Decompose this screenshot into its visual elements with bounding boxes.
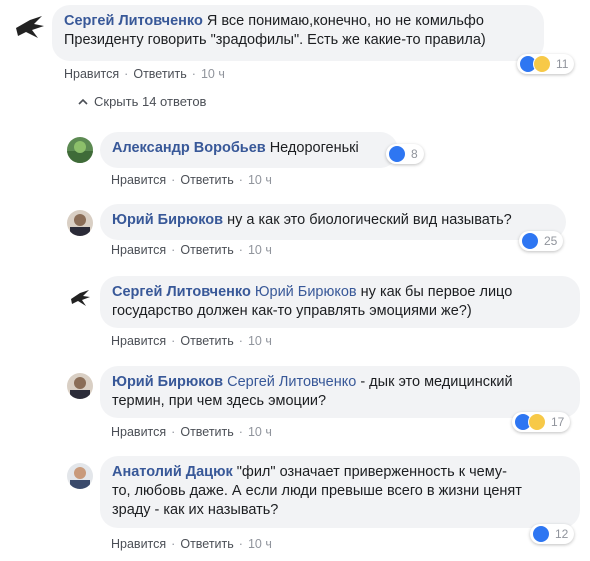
avatar[interactable] bbox=[67, 463, 93, 489]
like-button[interactable]: Нравится bbox=[111, 334, 166, 348]
comment-author[interactable]: Юрий Бирюков bbox=[112, 374, 223, 390]
like-button[interactable]: Нравится bbox=[111, 425, 166, 439]
chevron-up-icon bbox=[78, 94, 88, 109]
comment-author[interactable]: Сергей Литовченко bbox=[64, 13, 203, 29]
comment-author[interactable]: Сергей Литовченко bbox=[112, 284, 251, 300]
reaction-count: 17 bbox=[551, 415, 565, 429]
like-button[interactable]: Нравится bbox=[111, 537, 166, 551]
timestamp[interactable]: 10 ч bbox=[248, 537, 272, 551]
like-button[interactable]: Нравится bbox=[111, 173, 166, 187]
comment-author[interactable]: Анатолий Дацюк bbox=[112, 464, 233, 480]
reply-button[interactable]: Ответить bbox=[180, 243, 233, 257]
reply-button[interactable]: Ответить bbox=[180, 173, 233, 187]
comment-actions: Нравится · Ответить · 10 ч bbox=[64, 67, 225, 81]
comment-text: "фил" означает приверженность к чему- bbox=[236, 464, 507, 480]
like-icon bbox=[521, 232, 539, 250]
comment-actions: Нравится · Ответить · 10 ч bbox=[111, 334, 272, 348]
mention-link[interactable]: Юрий Бирюков bbox=[255, 284, 357, 300]
reply-button[interactable]: Ответить bbox=[180, 334, 233, 348]
comment-bubble: Юрий Бирюков ну а как это биологический … bbox=[100, 204, 566, 240]
reaction-count: 8 bbox=[411, 147, 418, 161]
comment-text: - дык это медицинский bbox=[360, 374, 513, 390]
comment-text: Недорогенькі bbox=[269, 140, 359, 156]
like-button[interactable]: Нравится bbox=[111, 243, 166, 257]
comment-author[interactable]: Александр Воробьев bbox=[112, 140, 266, 156]
comment-bubble: Сергей Литовченко Юрий Бирюков ну как бы… bbox=[100, 276, 580, 328]
like-icon bbox=[388, 145, 406, 163]
hide-replies-button[interactable]: Скрыть 14 ответов bbox=[78, 94, 206, 109]
comment-text: зраду - как их называть? bbox=[112, 502, 279, 518]
avatar[interactable] bbox=[67, 137, 93, 163]
comment-text: Я все понимаю,конечно, но не комильфо bbox=[206, 13, 484, 29]
timestamp[interactable]: 10 ч bbox=[248, 173, 272, 187]
like-button[interactable]: Нравится bbox=[64, 67, 119, 81]
reaction-summary[interactable]: 11 bbox=[517, 54, 575, 74]
avatar[interactable] bbox=[67, 285, 93, 311]
comment-bubble: Александр Воробьев Недорогенькі bbox=[100, 132, 398, 168]
avatar[interactable] bbox=[67, 373, 93, 399]
reaction-summary[interactable]: 12 bbox=[530, 524, 575, 544]
comment-actions: Нравится · Ответить · 10 ч bbox=[111, 537, 272, 551]
like-icon bbox=[532, 525, 550, 543]
avatar[interactable] bbox=[67, 210, 93, 236]
reply-button[interactable]: Ответить bbox=[180, 425, 233, 439]
hide-replies-label: Скрыть 14 ответов bbox=[94, 94, 207, 109]
haha-icon bbox=[528, 413, 546, 431]
haha-icon bbox=[533, 55, 551, 73]
comment-text: Президенту говорить "зрадофилы". Есть же… bbox=[64, 32, 486, 48]
timestamp[interactable]: 10 ч bbox=[248, 243, 272, 257]
reply-button[interactable]: Ответить bbox=[133, 67, 186, 81]
avatar[interactable] bbox=[10, 8, 48, 46]
comment-text: государство должен как-то управлять эмоц… bbox=[112, 303, 472, 319]
reaction-summary[interactable]: 8 bbox=[386, 144, 424, 164]
timestamp[interactable]: 10 ч bbox=[248, 334, 272, 348]
comment-actions: Нравится · Ответить · 10 ч bbox=[111, 173, 272, 187]
comment-bubble: Сергей Литовченко Я все понимаю,конечно,… bbox=[52, 5, 544, 61]
reaction-count: 25 bbox=[544, 234, 558, 248]
reaction-count: 12 bbox=[555, 527, 569, 541]
comment-actions: Нравится · Ответить · 10 ч bbox=[111, 243, 272, 257]
comment-text: то, любовь даже. А если люди превыше все… bbox=[112, 483, 522, 499]
comment-bubble: Юрий Бирюков Сергей Литовченко - дык это… bbox=[100, 366, 580, 418]
reaction-summary[interactable]: 17 bbox=[512, 412, 571, 432]
comment-actions: Нравится · Ответить · 10 ч bbox=[111, 425, 272, 439]
comment-text: ну а как это биологический вид называть? bbox=[227, 212, 512, 228]
reaction-count: 11 bbox=[556, 57, 569, 71]
comment-text: ну как бы первое лицо bbox=[360, 284, 513, 300]
timestamp[interactable]: 10 ч bbox=[248, 425, 272, 439]
reaction-summary[interactable]: 25 bbox=[519, 231, 564, 251]
comment-bubble: Анатолий Дацюк "фил" означает приверженн… bbox=[100, 456, 580, 528]
comment-author[interactable]: Юрий Бирюков bbox=[112, 212, 223, 228]
reply-button[interactable]: Ответить bbox=[180, 537, 233, 551]
mention-link[interactable]: Сергей Литовченко bbox=[227, 374, 356, 390]
timestamp[interactable]: 10 ч bbox=[201, 67, 225, 81]
comment-text: термин, при чем здесь эмоции? bbox=[112, 393, 327, 409]
